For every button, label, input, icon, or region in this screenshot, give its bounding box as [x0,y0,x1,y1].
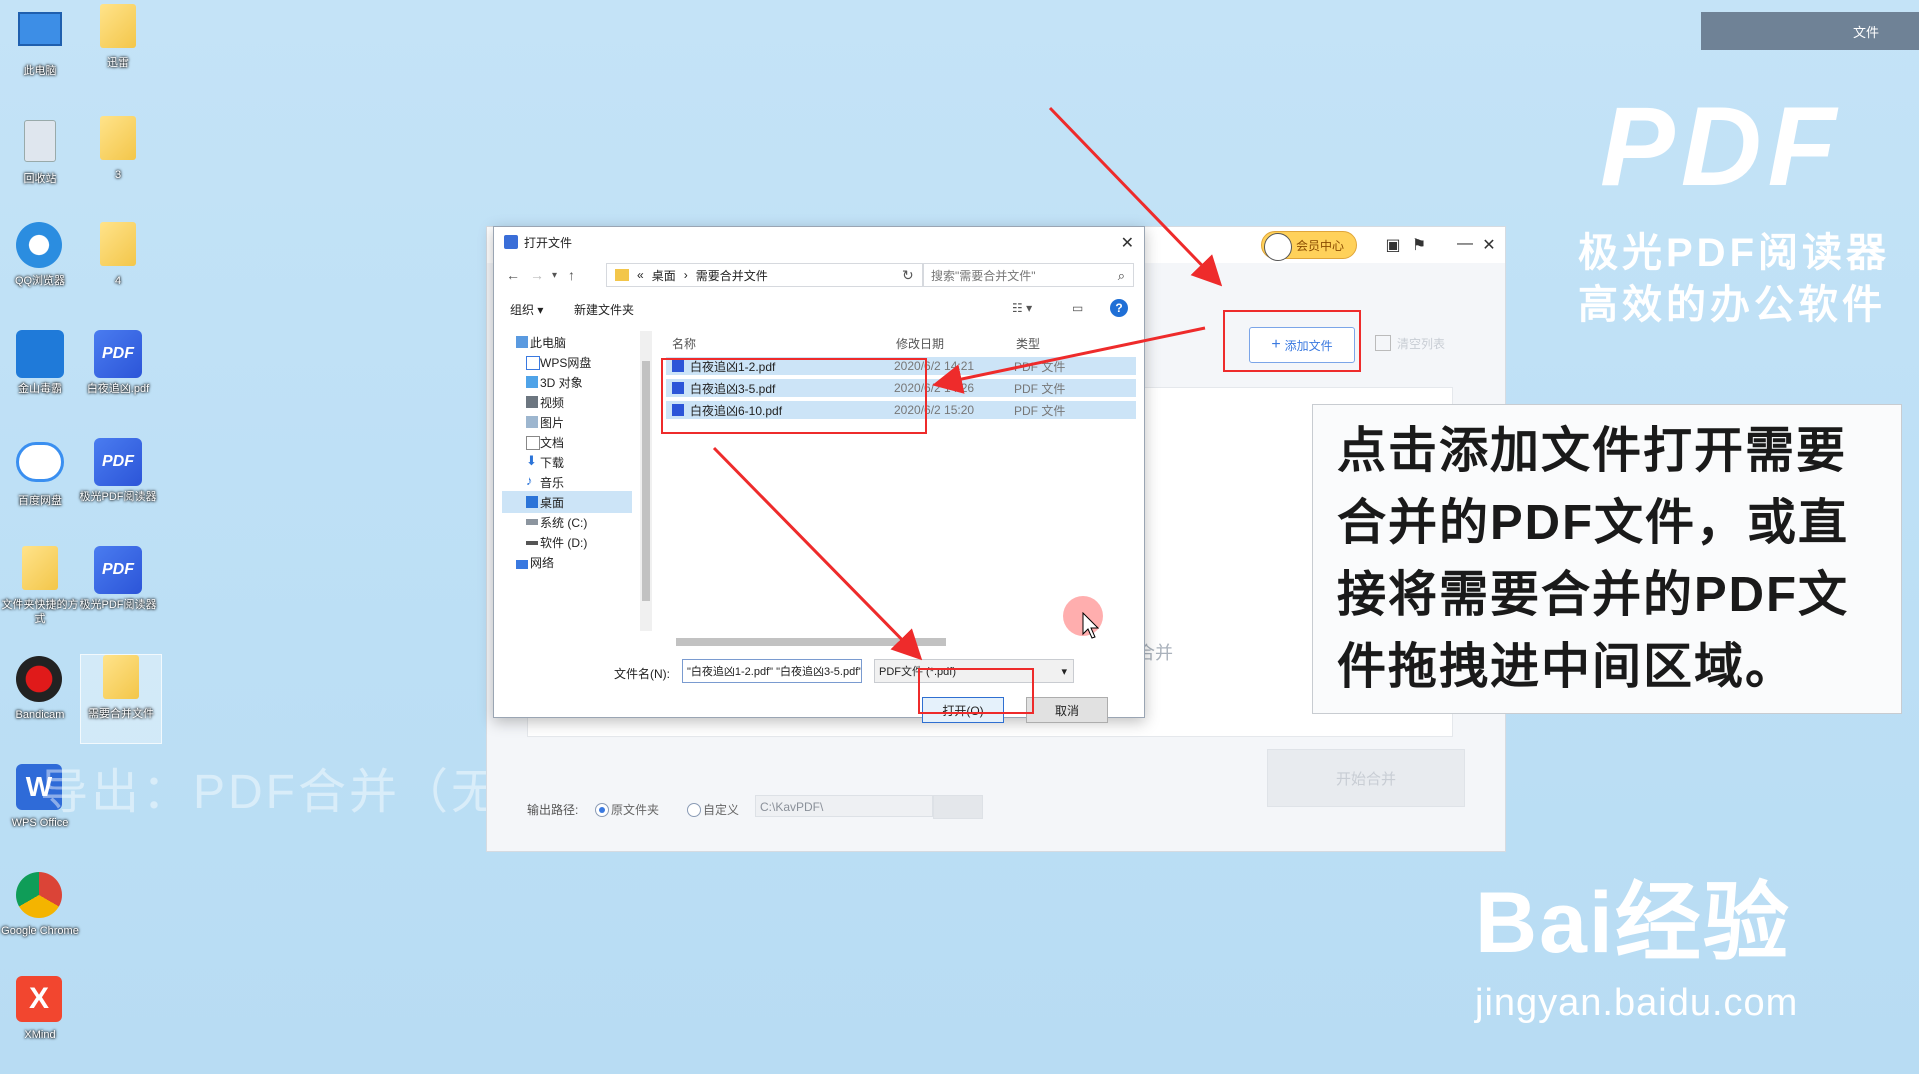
tutorial-caption: 点击添加文件打开需要合并的PDF文件，或直接将需要合并的PDF文件拖拽进中间区域… [1312,404,1902,714]
arrow-to-files [932,326,1206,394]
baidu-watermark-url: jingyan.baidu.com [1475,982,1799,1024]
baidu-watermark-main: Bai经验 [1475,875,1791,971]
arrow-to-add-file [1048,106,1223,287]
baidu-watermark: Bai经验 jingyan.baidu.com [1475,875,1797,1024]
mouse-cursor-icon [1082,612,1100,639]
arrow-to-open-button [712,446,923,661]
